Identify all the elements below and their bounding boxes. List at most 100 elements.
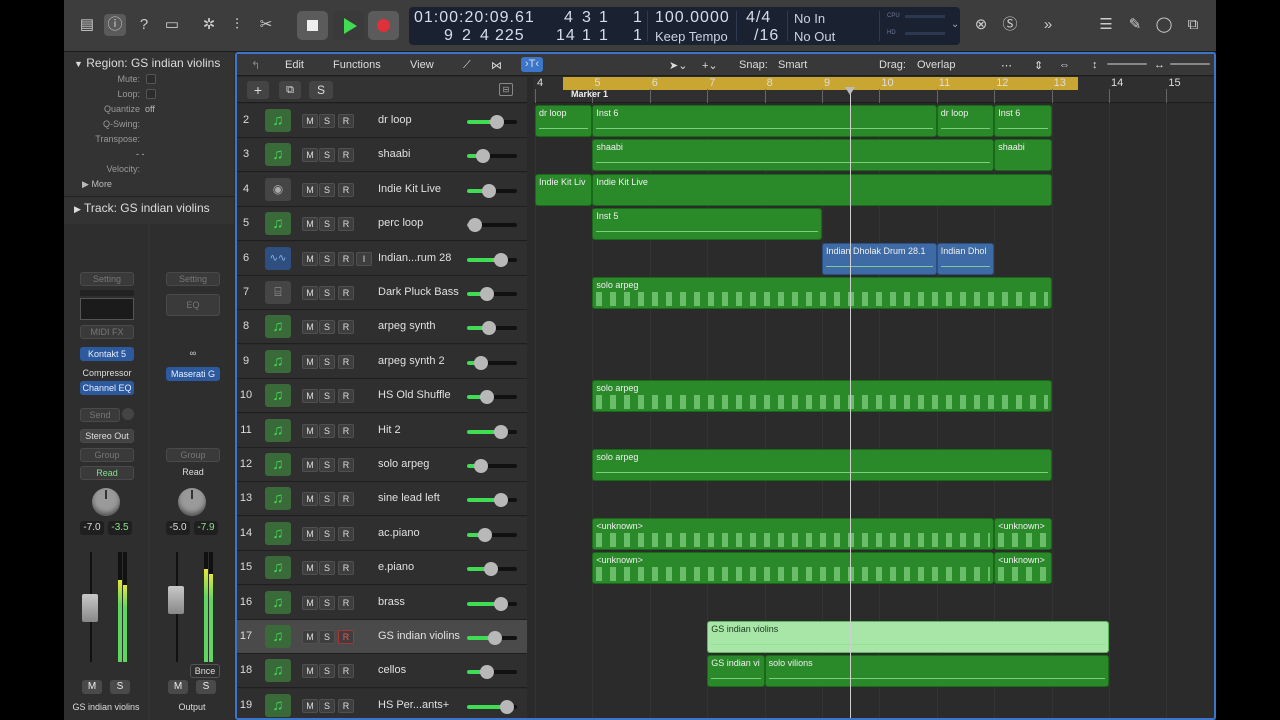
edit-menu[interactable]: Edit bbox=[285, 59, 304, 71]
marker-1[interactable]: Marker 1 bbox=[571, 89, 608, 99]
horizontal-zoom-icon[interactable]: ↔ bbox=[1154, 59, 1165, 71]
track-input-monitor-button[interactable]: I bbox=[356, 251, 372, 266]
drum-kit-icon[interactable]: ◉ bbox=[265, 177, 291, 201]
track-solo-button[interactable]: S bbox=[319, 423, 335, 438]
waveform-zoom-icon[interactable]: ⋯ bbox=[1001, 59, 1012, 72]
eq-thumbnail[interactable] bbox=[80, 298, 134, 320]
track-name[interactable]: ac.piano bbox=[378, 527, 420, 539]
track-name[interactable]: Indie Kit Live bbox=[378, 183, 441, 195]
track-row[interactable]: 17 ♫ M S R GS indian violins bbox=[237, 620, 527, 654]
volume-value[interactable]: -7.0 bbox=[80, 521, 104, 535]
region[interactable]: solo arpeg bbox=[592, 449, 1052, 481]
automation-icon[interactable]: ⟋ bbox=[463, 59, 471, 72]
mute-checkbox[interactable] bbox=[146, 74, 156, 84]
track-solo-button[interactable]: S bbox=[319, 526, 335, 541]
track-solo-button[interactable]: S bbox=[319, 664, 335, 679]
track-row[interactable]: 19 ♫ M S R HS Per...ants+ bbox=[237, 688, 527, 718]
region[interactable]: <unknown> bbox=[592, 517, 995, 550]
region[interactable]: Indian Dhol bbox=[936, 242, 995, 275]
strip-mute-button[interactable]: M bbox=[82, 680, 102, 694]
track-record-button[interactable]: R bbox=[338, 148, 354, 163]
notepad-icon[interactable]: ✎ bbox=[1124, 14, 1146, 36]
region[interactable]: <unknown> bbox=[994, 517, 1052, 550]
track-mute-button[interactable]: M bbox=[302, 458, 318, 472]
pointer-tool-icon[interactable]: ➤⌄ bbox=[669, 59, 687, 72]
track-record-button[interactable]: R bbox=[338, 561, 354, 576]
ruler[interactable]: 4 5 6 7 8 9 10 11 12 13 14 15 Marker 1 bbox=[533, 77, 1214, 103]
track-record-button[interactable]: R bbox=[338, 698, 354, 713]
track-record-button[interactable]: R bbox=[338, 630, 354, 644]
list-editors-icon[interactable]: ☰ bbox=[1095, 14, 1117, 36]
track-mute-button[interactable]: M bbox=[302, 148, 318, 163]
toolbar-icon[interactable]: ▭ bbox=[161, 14, 183, 36]
midi-track-icon[interactable]: ♫ bbox=[265, 315, 291, 339]
back-arrow-icon[interactable]: ↰ bbox=[251, 59, 260, 72]
track-name[interactable]: Dark Pluck Bass bbox=[378, 286, 459, 298]
track-mute-button[interactable]: M bbox=[302, 423, 318, 438]
track-volume-slider[interactable] bbox=[467, 631, 517, 645]
instrument-slot[interactable]: Kontakt 5 bbox=[80, 347, 134, 361]
pan-knob[interactable] bbox=[178, 488, 206, 516]
track-row[interactable]: 5 ♫ M S Rperc loop bbox=[237, 207, 527, 242]
track-record-button[interactable]: R bbox=[338, 251, 354, 266]
lcd-display[interactable]: 01:00:20:09.61 4 3 1 1 9 2 4 225 14 1 1 … bbox=[409, 7, 960, 45]
flex-icon[interactable]: ⋈ bbox=[491, 59, 502, 72]
send-slot[interactable]: Send bbox=[80, 408, 120, 422]
region[interactable]: Indian Dholak Drum 28.1 bbox=[822, 242, 937, 275]
track-row[interactable]: 2 ♫ M S Rdr loop bbox=[237, 104, 527, 138]
track-volume-slider[interactable] bbox=[467, 699, 517, 714]
track-record-button[interactable]: R bbox=[338, 217, 354, 232]
track-record-button[interactable]: R bbox=[338, 389, 354, 404]
midi-track-icon[interactable]: ♫ bbox=[265, 453, 291, 476]
region[interactable]: Indie Kit Live bbox=[592, 173, 1052, 206]
track-mute-button[interactable]: M bbox=[302, 286, 318, 300]
track-solo-button[interactable]: S bbox=[319, 595, 335, 610]
track-mute-button[interactable]: M bbox=[302, 114, 318, 128]
track-row[interactable]: 18 ♫ M S Rcellos bbox=[237, 654, 527, 689]
track-mute-button[interactable]: M bbox=[302, 251, 318, 266]
track-mute-button[interactable]: M bbox=[302, 182, 318, 197]
midi-track-icon[interactable]: ♫ bbox=[265, 590, 291, 614]
track-volume-slider[interactable] bbox=[467, 149, 517, 164]
midi-track-icon[interactable]: ♫ bbox=[265, 212, 291, 236]
track-record-button[interactable]: R bbox=[338, 286, 354, 300]
synth-icon[interactable]: ⌸ bbox=[265, 281, 291, 304]
track-name[interactable]: perc loop bbox=[378, 217, 423, 229]
automation-mode[interactable]: Read bbox=[166, 466, 220, 480]
track-record-button[interactable]: R bbox=[338, 114, 354, 128]
snap-select[interactable]: Smart bbox=[778, 59, 807, 71]
catch-playhead-icon[interactable]: ›T‹ bbox=[521, 57, 544, 72]
volume-fader[interactable] bbox=[82, 594, 98, 622]
midi-track-icon[interactable]: ♫ bbox=[265, 109, 291, 132]
browsers-icon[interactable]: ⧉ bbox=[1182, 14, 1204, 36]
region[interactable]: <unknown> bbox=[994, 552, 1052, 585]
volume-value[interactable]: -5.0 bbox=[166, 521, 190, 535]
track-volume-slider[interactable] bbox=[467, 665, 517, 680]
midi-fx-slot[interactable]: MIDI FX bbox=[80, 325, 134, 339]
bounce-button[interactable]: Bnce bbox=[190, 664, 220, 678]
track-name[interactable]: HS Per...ants+ bbox=[378, 699, 449, 711]
track-name[interactable]: sine lead left bbox=[378, 492, 440, 504]
track-record-button[interactable]: R bbox=[338, 595, 354, 610]
track-volume-slider[interactable] bbox=[467, 424, 517, 439]
pencil-tool-icon[interactable]: +⌄ bbox=[702, 59, 718, 72]
track-solo-button[interactable]: S bbox=[319, 354, 335, 369]
view-menu[interactable]: View bbox=[410, 59, 434, 71]
lcd-tempo-mode[interactable]: Keep Tempo bbox=[655, 29, 728, 44]
track-record-button[interactable]: R bbox=[338, 458, 354, 472]
lcd-tempo[interactable]: 100.0000 bbox=[655, 9, 730, 27]
region[interactable]: Inst 6 bbox=[994, 105, 1052, 137]
vertical-zoom-slider[interactable] bbox=[1107, 63, 1147, 65]
track-name[interactable]: shaabi bbox=[378, 148, 410, 160]
track-row[interactable]: 16 ♫ M S Rbrass bbox=[237, 585, 527, 620]
region[interactable]: GS indian vi bbox=[707, 655, 765, 688]
track-solo-button[interactable]: S bbox=[319, 389, 335, 404]
track-volume-slider[interactable] bbox=[467, 459, 517, 473]
midi-track-icon[interactable]: ♫ bbox=[265, 659, 291, 683]
region[interactable]: solo arpeg bbox=[592, 380, 1052, 413]
mixer-icon[interactable]: ⫶ bbox=[226, 14, 248, 36]
track-volume-slider[interactable] bbox=[467, 390, 517, 405]
editors-icon[interactable]: ✂ bbox=[255, 14, 277, 36]
track-name[interactable]: Indian...rum 28 bbox=[378, 252, 451, 264]
track-volume-slider[interactable] bbox=[467, 287, 517, 301]
